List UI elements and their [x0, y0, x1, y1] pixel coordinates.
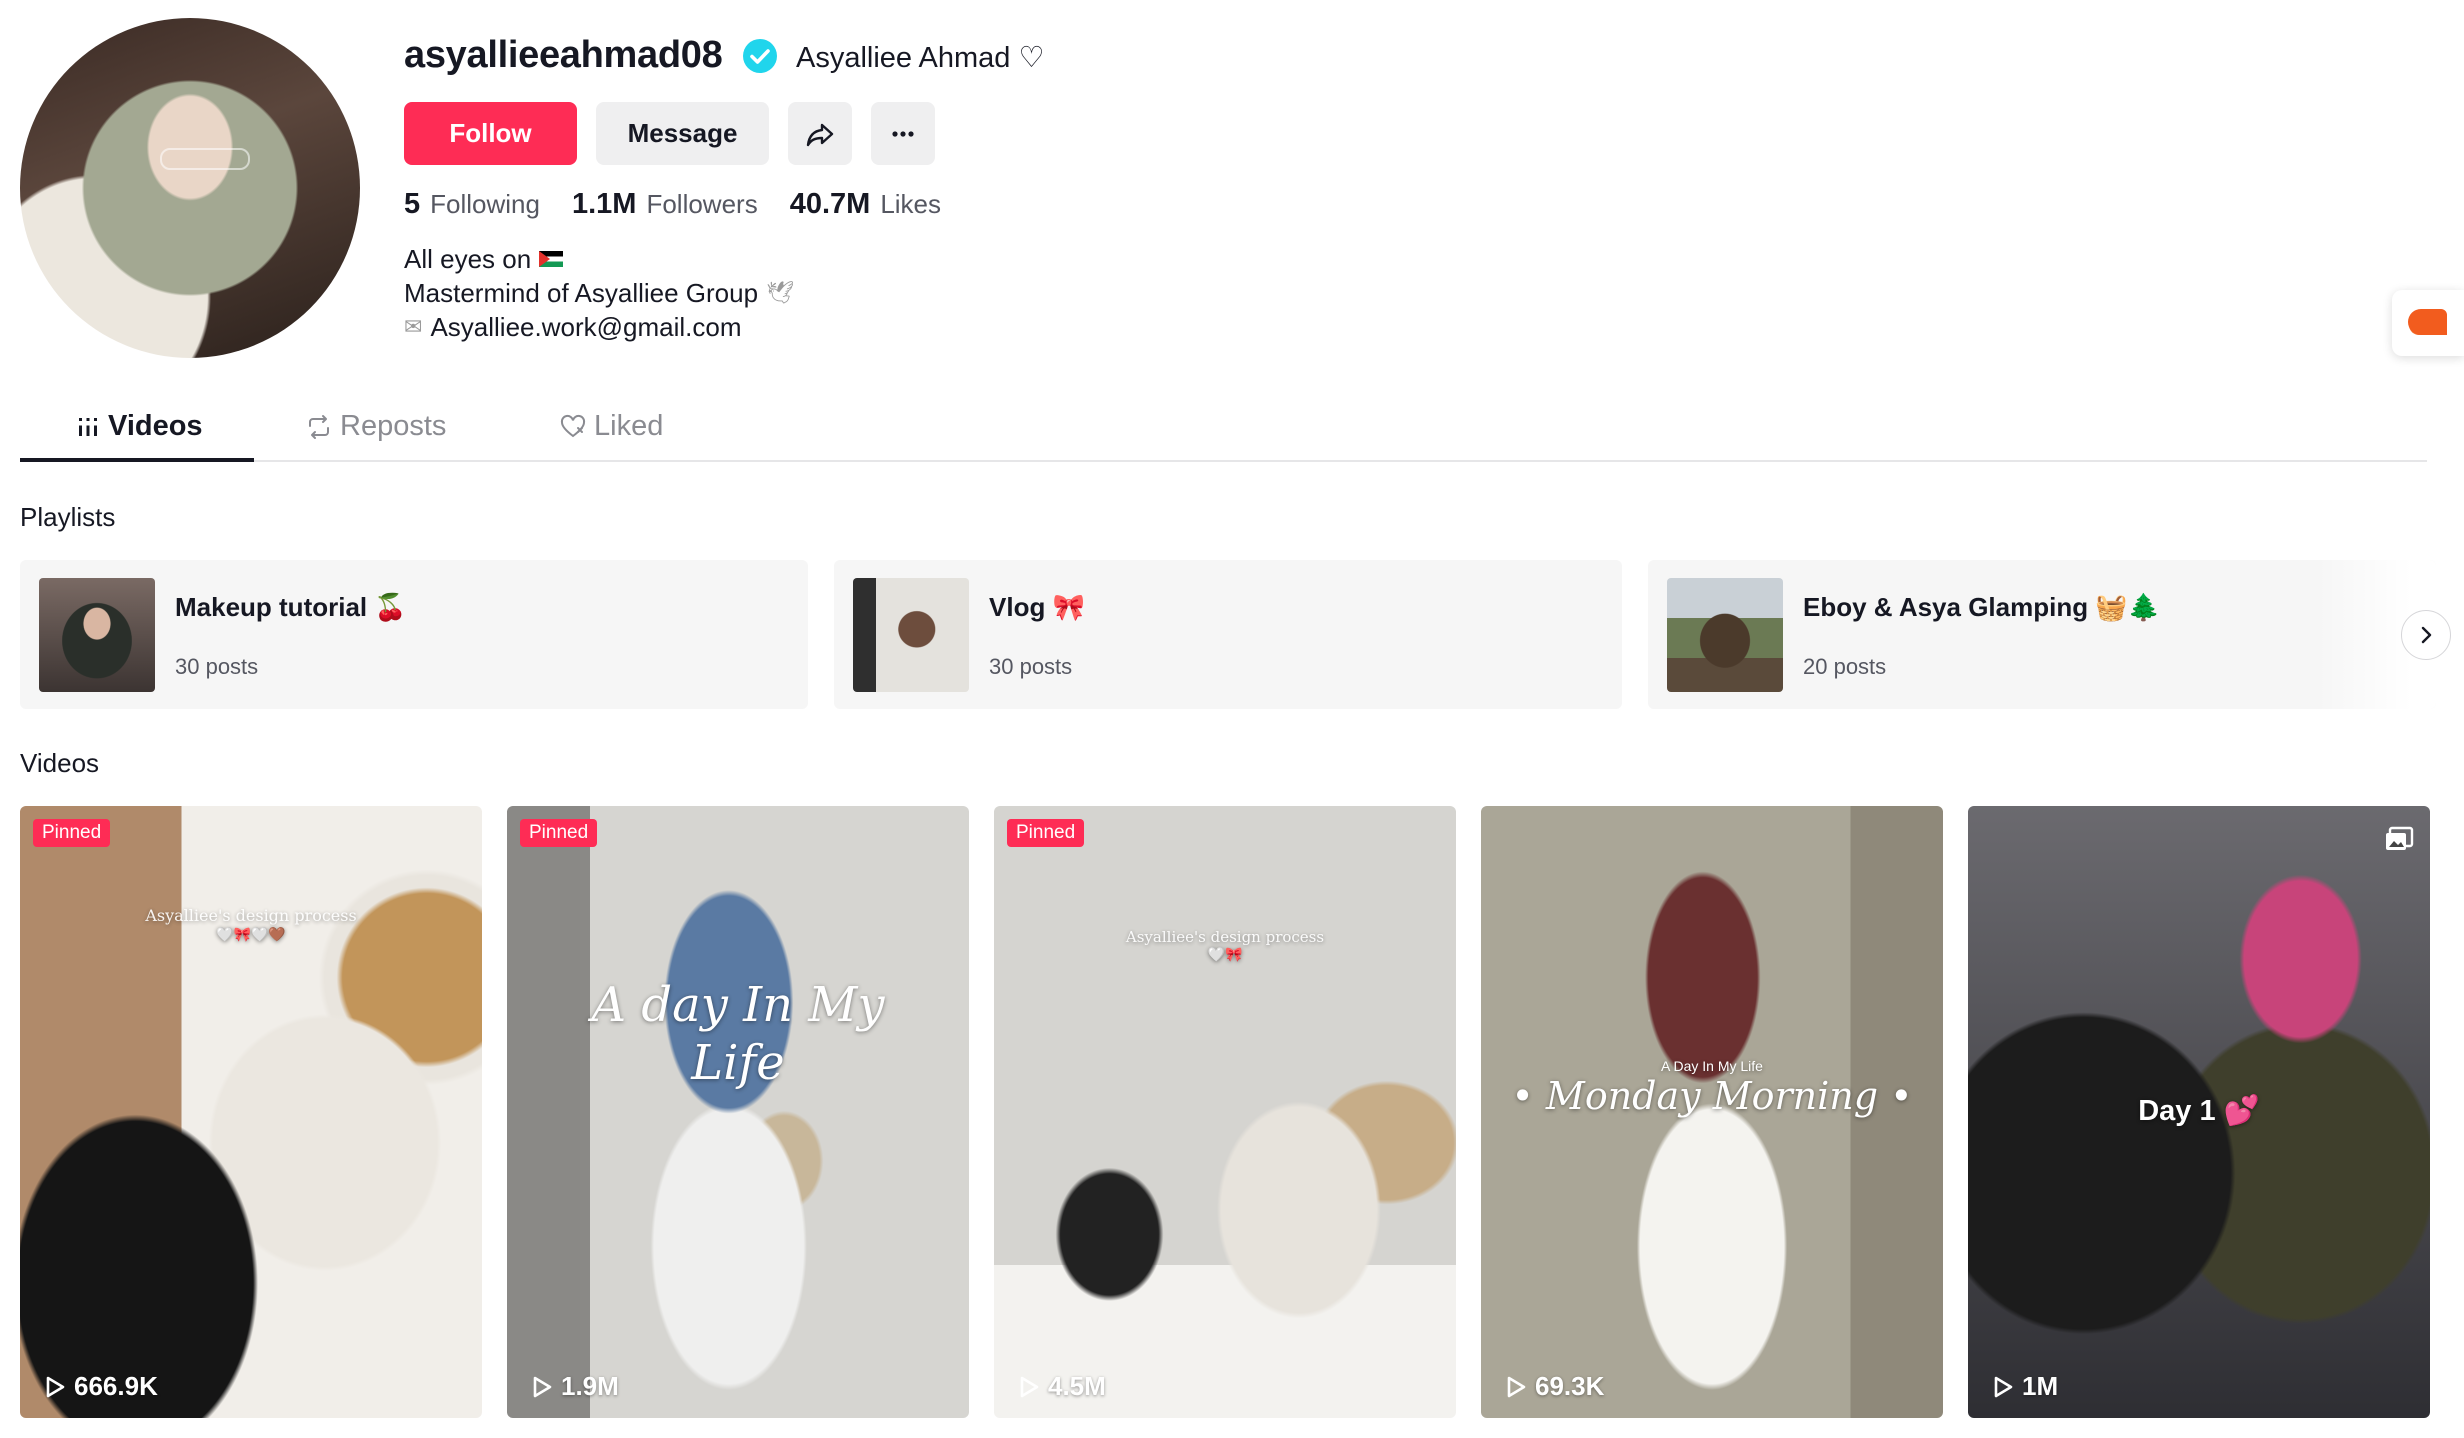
grid-icon: [79, 417, 97, 436]
video-view-count: 4.5M: [1048, 1371, 1106, 1401]
video-card[interactable]: A Day In My Life • Monday Morning • 69.3…: [1481, 806, 1943, 1418]
tab-reposts-label: Reposts: [340, 410, 447, 442]
play-icon: [1994, 1376, 2013, 1397]
following-stat[interactable]: 5 Following: [404, 188, 540, 221]
message-button[interactable]: Message: [596, 102, 769, 165]
tab-reposts[interactable]: Reposts: [306, 410, 446, 443]
more-icon: [892, 130, 914, 137]
video-card[interactable]: Pinned Asyalliee's design process 🤍🎀🤍🤎 6…: [20, 806, 482, 1418]
photo-carousel-icon: [2386, 826, 2414, 850]
playlist-thumbnail: [1667, 578, 1783, 692]
video-overlay-text: Asyalliee's design process: [145, 906, 357, 925]
playlist-name: Makeup tutorial 🍒: [175, 592, 407, 622]
playlist-thumbnail: [853, 578, 969, 692]
video-views: 1M: [1992, 1371, 2058, 1402]
play-icon: [1507, 1376, 1526, 1397]
likes-stat: 40.7M Likes: [790, 188, 941, 221]
video-card[interactable]: Pinned A day In My Life 1.9M: [507, 806, 969, 1418]
follow-button[interactable]: Follow: [404, 102, 577, 165]
tab-videos[interactable]: Videos: [76, 410, 203, 443]
video-view-count: 1.9M: [561, 1371, 619, 1401]
followers-count: 1.1M: [571, 188, 637, 220]
playlist-thumbnail: [39, 578, 155, 692]
video-card[interactable]: Day 1 💕 1M: [1968, 806, 2430, 1418]
likes-label: Likes: [880, 189, 942, 219]
video-overlay-emoji: 🤍🎀🤍🤎: [216, 926, 286, 942]
video-views: 4.5M: [1018, 1371, 1106, 1402]
pinned-badge: Pinned: [1007, 819, 1085, 847]
profile-tabs: Videos Reposts Liked: [20, 396, 2427, 462]
envelope-icon: ✉: [404, 314, 423, 339]
playlists-heading: Playlists: [20, 502, 116, 532]
verified-badge-icon: [743, 39, 777, 73]
bio-line-2: Mastermind of Asyalliee Group: [404, 278, 759, 308]
followers-stat[interactable]: 1.1M Followers: [572, 188, 758, 221]
video-views: 69.3K: [1505, 1371, 1604, 1402]
chevron-right-icon: [2421, 626, 2432, 644]
videos-heading: Videos: [20, 748, 100, 778]
active-tab-indicator: [20, 458, 254, 462]
video-overlay-title: • Monday Morning •: [1511, 1074, 1913, 1118]
playlist-name: Eboy & Asya Glamping 🧺🌲: [1803, 592, 2161, 622]
following-label: Following: [430, 189, 540, 219]
share-button[interactable]: [788, 102, 852, 165]
profile-avatar[interactable]: [20, 18, 360, 358]
profile-bio: All eyes on Mastermind of Asyalliee Grou…: [404, 242, 794, 344]
likes-count: 40.7M: [789, 188, 871, 220]
video-views: 666.9K: [44, 1371, 158, 1402]
tab-videos-label: Videos: [108, 410, 203, 442]
video-overlay-text: Asyalliee's design process: [1125, 928, 1325, 946]
palestine-flag-icon: [539, 251, 564, 267]
pinned-badge: Pinned: [33, 819, 111, 847]
following-count: 5: [404, 188, 421, 220]
playlist-post-count: 30 posts: [989, 654, 1073, 679]
profile-username: asyallieeahmad08: [404, 34, 723, 76]
video-views: 1.9M: [531, 1371, 619, 1402]
video-overlay-text: A Day In My Life: [1661, 1058, 1763, 1074]
playlist-card[interactable]: Makeup tutorial 🍒 30 posts: [20, 560, 808, 709]
play-icon: [533, 1376, 552, 1397]
video-view-count: 69.3K: [1535, 1371, 1605, 1401]
play-icon: [1020, 1376, 1039, 1397]
liked-heart-icon: [560, 414, 586, 437]
chat-bubble-icon: [2408, 309, 2447, 335]
profile-nickname: Asyalliee Ahmad ♡: [796, 42, 1045, 74]
tab-liked-label: Liked: [594, 410, 664, 442]
video-overlay-text: Day 1 💕: [2138, 1095, 2260, 1127]
play-icon: [46, 1376, 65, 1397]
bio-line-1: All eyes on: [404, 244, 532, 274]
playlist-next-button[interactable]: [2401, 610, 2451, 660]
profile-stats: 5 Following 1.1M Followers 40.7M Likes: [404, 188, 973, 221]
bio-email: Asyalliee.work@gmail.com: [430, 312, 742, 342]
video-overlay-text: A day In My Life: [591, 977, 885, 1091]
repost-icon: [309, 414, 329, 439]
video-card[interactable]: Pinned Asyalliee's design process 🤍🎀 4.5…: [994, 806, 1456, 1418]
playlist-name: Vlog 🎀: [989, 592, 1085, 622]
more-options-button[interactable]: [871, 102, 935, 165]
share-icon: [806, 123, 834, 146]
pinned-badge: Pinned: [520, 819, 598, 847]
video-overlay-emoji: 🤍🎀: [1207, 946, 1243, 962]
video-view-count: 1M: [2022, 1371, 2059, 1401]
playlist-card[interactable]: Vlog 🎀 30 posts: [834, 560, 1622, 709]
playlist-post-count: 30 posts: [175, 654, 259, 679]
video-view-count: 666.9K: [74, 1371, 158, 1401]
floating-widget-button[interactable]: [2392, 290, 2464, 356]
playlist-post-count: 20 posts: [1803, 654, 1887, 679]
followers-label: Followers: [646, 189, 758, 219]
dove-icon: 🕊: [766, 280, 794, 305]
playlist-card[interactable]: Eboy & Asya Glamping 🧺🌲 20 posts: [1648, 560, 2436, 709]
tab-liked[interactable]: Liked: [560, 410, 663, 443]
